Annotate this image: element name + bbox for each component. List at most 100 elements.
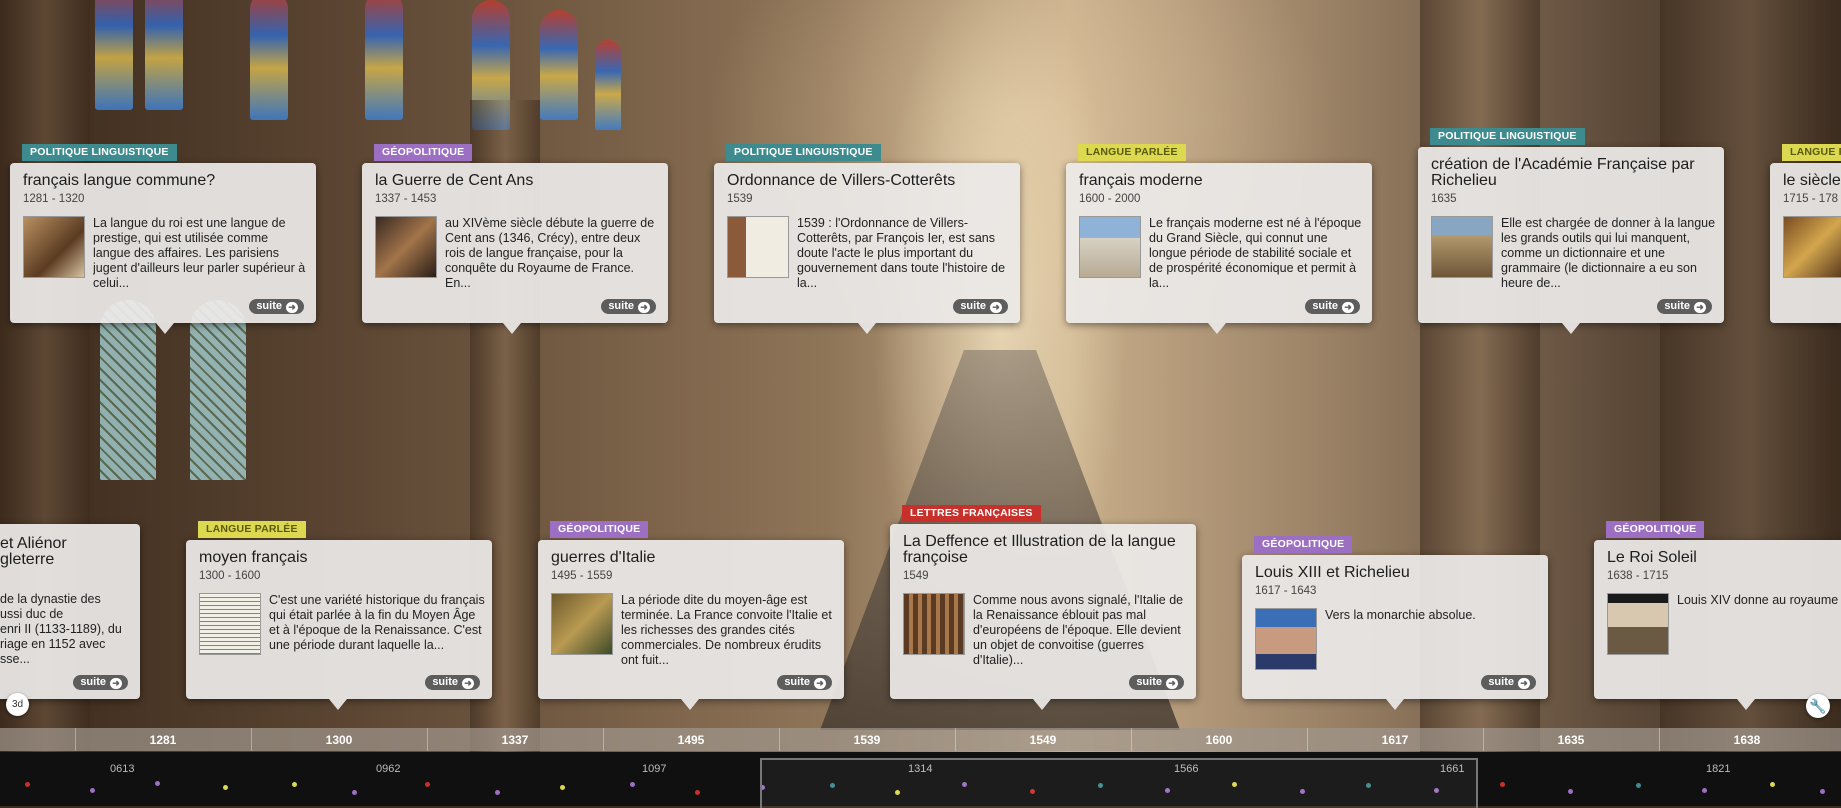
arrow-right-icon: ➜ [990, 302, 1002, 313]
event-dates: 1635 [1431, 193, 1457, 205]
suite-button[interactable]: suite ➜ [777, 675, 832, 690]
painting-thumbnail [375, 216, 437, 278]
suite-button[interactable]: suite ➜ [1305, 299, 1360, 314]
event-marker[interactable] [25, 782, 30, 787]
suite-label: suite [1488, 676, 1514, 688]
event-marker[interactable] [292, 782, 297, 787]
event-card[interactable]: Lettres françaises La Deffence et Illust… [890, 505, 1196, 710]
suite-label: suite [1664, 300, 1690, 312]
minimap-label: 1821 [1706, 763, 1731, 775]
suite-button[interactable]: suite ➜ [425, 675, 480, 690]
event-card[interactable]: Langue parlée moyen français 1300 - 1600… [186, 521, 492, 710]
minimap-label: 0962 [376, 763, 401, 775]
view-3d-button[interactable]: 3d [6, 693, 29, 716]
event-marker[interactable] [1500, 782, 1505, 787]
event-card[interactable]: Géopolitique Louis XIII et Richelieu 161… [1242, 536, 1548, 710]
event-marker[interactable] [1636, 783, 1641, 788]
event-card[interactable]: et Aliénor gleterre de la dynastie des u… [0, 524, 140, 699]
suite-button[interactable]: suite ➜ [73, 675, 128, 690]
card-pointer [681, 699, 699, 710]
manuscript-thumbnail [199, 593, 261, 655]
event-card[interactable]: Langue parlée français moderne 1600 - 20… [1066, 144, 1372, 334]
event-summary: Le français moderne est né à l'époque du… [1149, 216, 1362, 290]
event-marker[interactable] [1568, 789, 1573, 794]
event-marker[interactable] [1770, 782, 1775, 787]
event-summary: au XIVème siècle débute la guerre de Cen… [445, 216, 655, 290]
event-card[interactable]: Géopolitique Le Roi Soleil 1638 - 1715 L… [1594, 521, 1841, 710]
wrench-icon[interactable]: 🔧 [1806, 694, 1830, 718]
event-title: français langue commune? [23, 172, 216, 189]
event-marker[interactable] [223, 785, 228, 790]
event-title: moyen français [199, 549, 308, 566]
suite-label: suite [960, 300, 986, 312]
event-summary: Comme nous avons signalé, l'Italie de la… [973, 593, 1184, 667]
event-dates: 1617 - 1643 [1255, 585, 1317, 597]
category-tag: Langue parlée [198, 521, 306, 538]
tick-label: 1549 [1029, 733, 1057, 747]
lattice-window [100, 300, 156, 480]
event-card[interactable]: Politique linguistique Ordonnance de Vil… [714, 144, 1020, 334]
suite-button[interactable]: suite ➜ [1657, 299, 1712, 314]
event-card[interactable]: Politique linguistique création de l'Aca… [1418, 128, 1724, 334]
event-marker[interactable] [495, 790, 500, 795]
suite-label: suite [1312, 300, 1338, 312]
tick-label: 1281 [149, 733, 177, 747]
event-card[interactable]: Géopolitique la Guerre de Cent Ans 1337 … [362, 144, 668, 334]
card-pointer [1208, 323, 1226, 334]
event-marker[interactable] [352, 790, 357, 795]
category-tag: Lettres françaises [902, 505, 1041, 522]
suite-label: suite [432, 676, 458, 688]
event-card[interactable]: Géopolitique guerres d'Italie 1495 - 155… [538, 521, 844, 710]
event-summary: C'est une variété historique du français… [269, 593, 485, 652]
minimap-label: 1097 [642, 763, 667, 775]
event-marker[interactable] [560, 785, 565, 790]
category-tag: Géopolitique [374, 144, 473, 161]
event-dates: 1337 - 1453 [375, 193, 437, 205]
event-marker[interactable] [630, 782, 635, 787]
event-summary: Elle est chargée de donner à la langue l… [1501, 216, 1716, 290]
arrow-right-icon: ➜ [286, 302, 298, 313]
video-thumbnail[interactable] [1255, 608, 1317, 670]
stained-glass-window [365, 0, 403, 120]
suite-button[interactable]: suite ➜ [1481, 675, 1536, 690]
event-card[interactable]: Langue p le siècle 1715 - 178 [1770, 144, 1841, 323]
event-marker[interactable] [155, 781, 160, 786]
category-tag: Politique linguistique [1430, 128, 1585, 145]
category-tag: Langue parlée [1078, 144, 1186, 161]
event-marker[interactable] [425, 782, 430, 787]
minimap-viewport[interactable] [760, 758, 1478, 808]
event-marker[interactable] [1702, 788, 1707, 793]
event-title: guerres d'Italie [551, 549, 656, 566]
category-tag: Géopolitique [550, 521, 649, 538]
event-card[interactable]: Politique linguistique français langue c… [10, 144, 316, 334]
event-marker[interactable] [695, 790, 700, 795]
suite-button[interactable]: suite ➜ [953, 299, 1008, 314]
arrow-right-icon: ➜ [462, 678, 474, 689]
event-dates: 1495 - 1559 [551, 570, 613, 582]
category-tag: Politique linguistique [726, 144, 881, 161]
stained-glass-window [95, 0, 133, 110]
academy-thumbnail [1431, 216, 1493, 278]
tick-separator [603, 728, 604, 751]
card-pointer [1386, 699, 1404, 710]
category-tag: Politique linguistique [22, 144, 177, 161]
event-marker[interactable] [1820, 789, 1825, 794]
card-pointer [858, 323, 876, 334]
event-dates: 1539 [727, 193, 753, 205]
suite-button[interactable]: suite ➜ [1129, 675, 1184, 690]
event-marker[interactable] [90, 788, 95, 793]
event-dates: 1281 - 1320 [23, 193, 85, 205]
stained-glass-window [250, 0, 288, 120]
event-title: La Deffence et Illustration de la langue… [903, 533, 1176, 566]
tick-separator [1659, 728, 1660, 751]
card-pointer [503, 323, 521, 334]
event-title: français moderne [1079, 172, 1203, 189]
event-title: le siècle [1783, 173, 1841, 189]
timeline-axis[interactable]: 1281 1300 1337 1495 1539 1549 1600 1617 … [0, 728, 1841, 751]
arrow-right-icon: ➜ [1342, 302, 1354, 313]
suite-button[interactable]: suite ➜ [249, 299, 304, 314]
suite-button[interactable]: suite ➜ [601, 299, 656, 314]
event-summary: 1539 : l'Ordonnance de Villers-Cotterêts… [797, 216, 1006, 290]
tick-separator [1307, 728, 1308, 751]
tick-label: 1300 [325, 733, 353, 747]
